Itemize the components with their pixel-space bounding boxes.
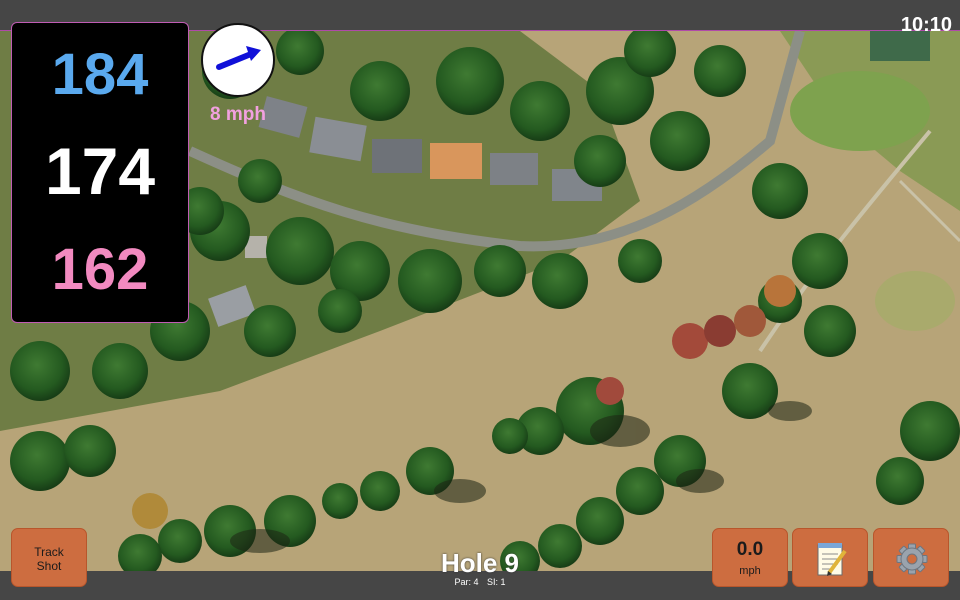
track-shot-button[interactable]: Track Shot [11,528,87,587]
wind-arrow-icon [216,46,261,70]
hole-info: Par: 4 SI: 1 [380,577,580,587]
track-shot-label: Track Shot [12,545,86,573]
track-shot-line-1: Track [34,545,64,559]
wind-indicator [201,23,275,97]
wind-speed: 8 mph [210,104,266,125]
track-shot-line-2: Shot [36,559,62,573]
hole-title: Hole 9 [440,548,520,578]
hole-stroke-index: SI: 1 [487,577,506,587]
speed-unit: mph [739,565,761,577]
speed-value: 0.0 [736,539,764,560]
notes-button[interactable] [792,528,868,587]
front-yardage: 162 [51,237,149,302]
back-yardage: 184 [51,42,149,107]
status-time: 10:10 [900,14,952,36]
yardage-panel[interactable]: 184 174 162 [11,22,189,323]
notepad-icon [817,543,847,576]
middle-yardage: 174 [44,134,156,208]
gear-icon [896,543,928,575]
speed-button[interactable]: 0.0 mph [712,528,788,587]
settings-button[interactable] [873,528,949,587]
hole-par: Par: 4 [454,577,479,587]
